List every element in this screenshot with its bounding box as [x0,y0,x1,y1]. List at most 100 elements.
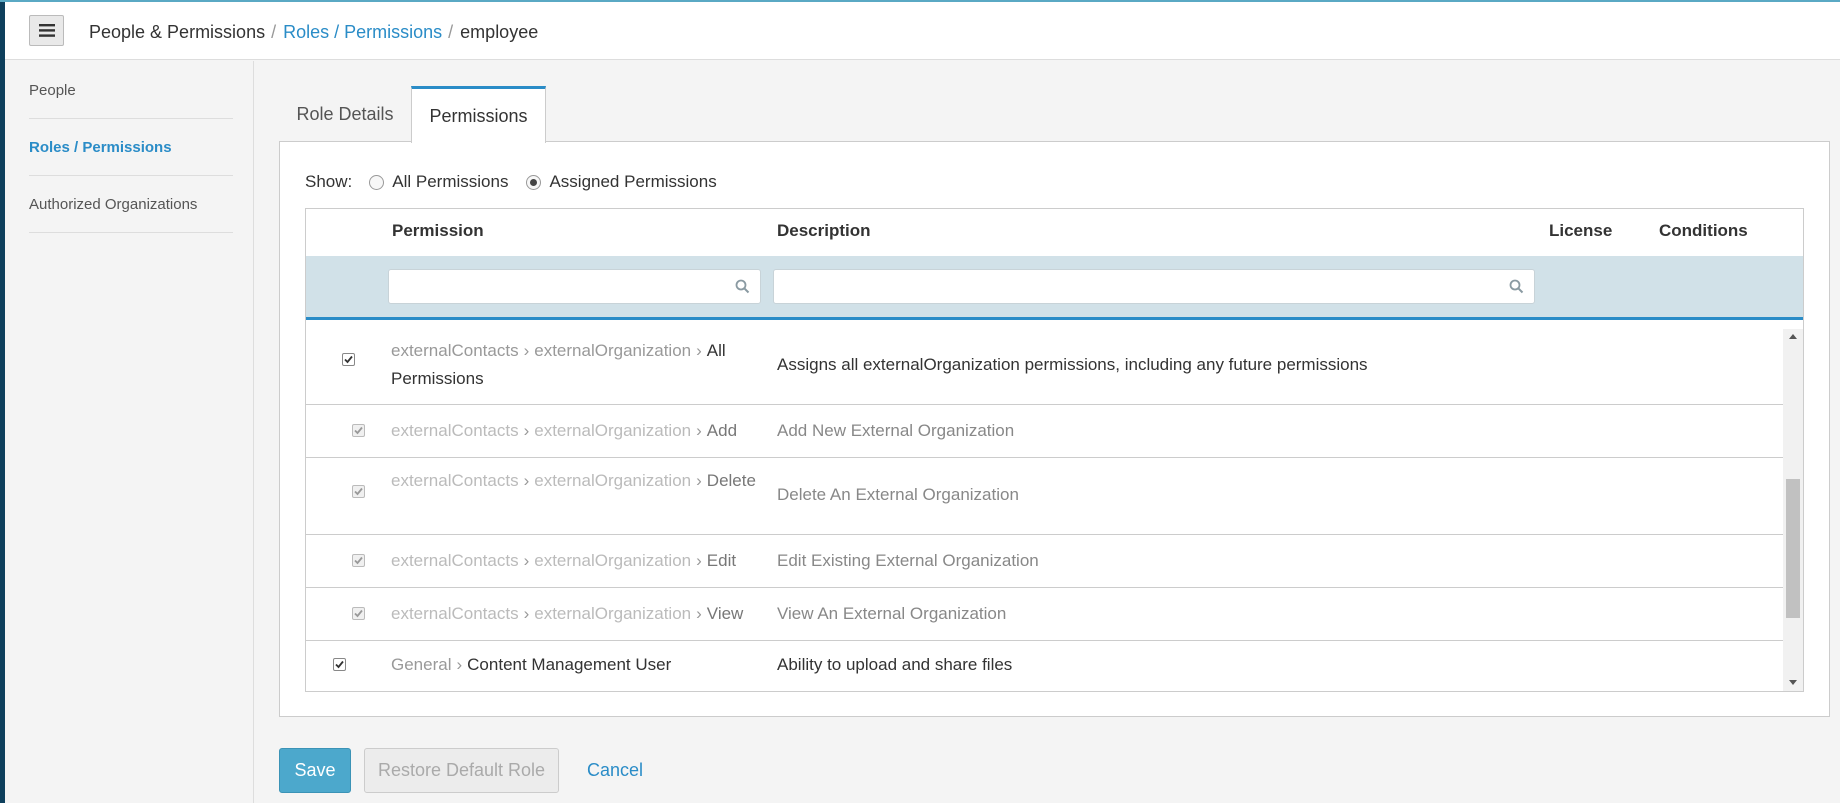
permission-path-segment: externalContacts [391,421,519,440]
checkmark-icon [354,426,363,435]
restore-default-role-button[interactable]: Restore Default Role [364,748,559,793]
checkmark-icon [354,556,363,565]
chevron-right-icon: › [696,421,702,440]
all-permissions-radio[interactable] [369,174,385,190]
breadcrumb-root: People & Permissions [89,22,266,42]
permission-path-segment: externalOrganization [534,341,692,360]
permission-leaf: View [706,604,744,623]
chevron-right-icon: › [456,655,463,674]
sidebar-item-authorized-organizations[interactable]: Authorized Organizations [29,176,233,233]
permission-path-segment: externalOrganization [534,421,692,440]
permission-name: externalContacts › externalOrganization › Al… [391,337,761,393]
permission-checkbox [352,485,365,498]
permission-path-segment: externalOrganization [534,604,692,623]
column-header-conditions[interactable]: Conditions [1659,221,1748,241]
search-icon [1509,279,1524,294]
column-header-description[interactable]: Description [777,221,871,241]
chevron-right-icon: › [696,341,702,360]
permission-checkbox[interactable] [333,658,346,671]
breadcrumb-separator: / [271,22,277,42]
search-icon [735,279,750,294]
show-label: Show: [305,172,353,191]
permission-leaf: Add [706,421,738,440]
permission-leaf: Delete [706,471,756,490]
chevron-right-icon: › [696,604,702,623]
permission-checkbox[interactable] [342,353,355,366]
description-filter-input[interactable] [774,270,1534,303]
permissions-table: Permission Description License Condition… [305,208,1804,692]
sidebar-item-roles-permissions[interactable]: Roles / Permissions [29,119,233,176]
scroll-down-arrow-icon[interactable] [1788,679,1798,686]
chevron-right-icon: › [523,471,530,490]
breadcrumb-separator: / [448,22,454,42]
permission-path-segment: externalOrganization [534,471,692,490]
permission-checkbox [352,554,365,567]
tab-role-details[interactable]: Role Details [279,86,411,142]
table-row: externalContacts › externalOrganization › Vi… [306,588,1783,641]
table-row: externalContacts › externalOrganization › Ad… [306,405,1783,458]
description-filter [773,269,1535,304]
permission-name: externalContacts › externalOrganization › Vi… [391,600,761,628]
checkmark-icon [335,660,344,669]
permission-leaf: Content Management User [467,655,672,674]
permission-checkbox [352,607,365,620]
sidebar: People Roles / Permissions Authorized Or… [5,61,254,803]
permission-description: Ability to upload and share files [777,655,1013,674]
permission-description: View An External Organization [777,604,1007,623]
show-filter: Show: All Permissions Assigned Permissio… [305,172,735,192]
column-header-license[interactable]: License [1549,221,1612,241]
assigned-permissions-radio[interactable] [526,174,542,190]
permission-description: Delete An External Organization [777,485,1019,504]
table-body: externalContacts › externalOrganization › Al… [306,329,1783,691]
tab-permissions[interactable]: Permissions [411,86,546,143]
column-header-permission[interactable]: Permission [392,221,484,241]
table-row: externalContacts › externalOrganization › Ed… [306,535,1783,588]
permission-description: Add New External Organization [777,421,1015,440]
filter-bar [306,256,1803,320]
table-header: Permission Description License Condition… [306,209,1803,256]
assigned-permissions-label[interactable]: Assigned Permissions [549,172,716,192]
save-button[interactable]: Save [279,748,351,793]
hamburger-icon [38,24,55,37]
chevron-right-icon: › [523,604,530,623]
permission-filter-input[interactable] [389,270,760,303]
top-accent-bar [0,0,1840,2]
table-row: General › Content Management User Ability … [306,641,1783,691]
header: People & Permissions / Roles / Permissions… [5,2,1840,60]
chevron-right-icon: › [523,551,530,570]
left-edge-bar [0,0,5,803]
permission-path-segment: externalContacts [391,341,519,360]
permission-name: externalContacts › externalOrganization › Ed… [391,547,761,575]
scroll-up-arrow-icon[interactable] [1788,333,1798,340]
scrollbar-thumb[interactable] [1786,479,1800,618]
table-row: externalContacts › externalOrganization › Al… [306,329,1783,405]
checkmark-icon [354,487,363,496]
permission-description: Assigns all externalOrganization permiss… [777,355,1368,374]
table-row: externalContacts › externalOrganization › De… [306,458,1783,535]
permission-path-segment: General [391,655,452,674]
table-scrollbar[interactable] [1783,329,1803,691]
permission-path-segment: externalOrganization [534,551,692,570]
permission-checkbox [352,424,365,437]
permission-path-segment: externalContacts [391,604,519,623]
permission-description: Edit Existing External Organization [777,551,1039,570]
checkmark-icon [354,609,363,618]
breadcrumb-section-link[interactable]: Roles / Permissions [283,22,442,42]
permission-name: externalContacts › externalOrganization › Ad… [391,417,761,445]
breadcrumb: People & Permissions / Roles / Permissions… [89,22,538,43]
permission-path-segment: externalContacts [391,551,519,570]
breadcrumb-current: employee [460,22,539,42]
sidebar-item-people[interactable]: People [29,62,233,119]
menu-button[interactable] [29,15,64,46]
chevron-right-icon: › [696,551,702,570]
chevron-right-icon: › [523,341,530,360]
chevron-right-icon: › [523,421,530,440]
chevron-right-icon: › [696,471,702,490]
permission-filter [388,269,761,304]
cancel-button[interactable]: Cancel [571,748,659,793]
permission-leaf: Edit [706,551,737,570]
permission-name: General › Content Management User [391,651,761,679]
all-permissions-label[interactable]: All Permissions [392,172,508,192]
checkmark-icon [344,355,353,364]
permission-name: externalContacts › externalOrganization › De… [391,467,761,495]
